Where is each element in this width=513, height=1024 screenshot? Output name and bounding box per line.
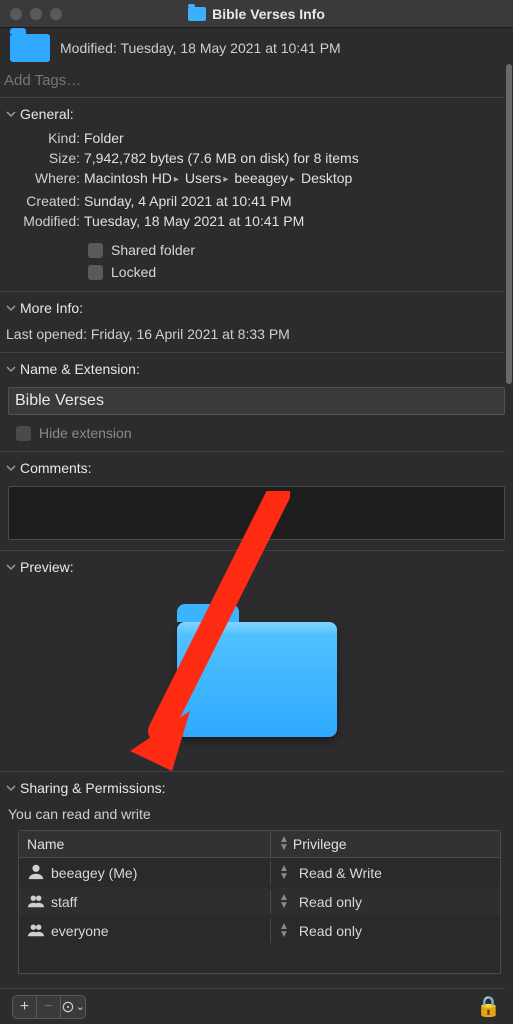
chevron-down-icon <box>6 303 16 313</box>
checkbox-icon <box>88 265 103 280</box>
user-name: everyone <box>51 923 109 939</box>
column-privilege[interactable]: ▲▼ Privilege <box>270 831 500 857</box>
section-more-info-header[interactable]: More Info: <box>0 291 513 322</box>
checkbox-icon <box>16 426 31 441</box>
section-general-header[interactable]: General: <box>0 98 513 128</box>
zoom-window-icon[interactable] <box>50 8 62 20</box>
stepper-icon: ▲▼ <box>279 923 289 939</box>
user-name: staff <box>51 894 77 910</box>
privilege-value: Read only <box>299 894 362 910</box>
table-empty-row <box>19 945 500 973</box>
folder-icon <box>10 34 50 62</box>
created-value: Sunday, 4 April 2021 at 10:41 PM <box>84 191 505 211</box>
modified-value: Tuesday, 18 May 2021 at 10:41 PM <box>84 211 505 231</box>
privilege-value: Read & Write <box>299 865 382 881</box>
checkbox-icon <box>88 243 103 258</box>
last-opened-value: Friday, 16 April 2021 at 8:33 PM <box>91 326 290 342</box>
titlebar: Bible Verses Info <box>0 0 513 28</box>
permissions-table: Name ▲▼ Privilege beeagey (Me) ▲▼ Read & W… <box>18 830 501 974</box>
section-sharing-header[interactable]: Sharing & Permissions: <box>0 771 513 802</box>
comments-input[interactable] <box>8 486 505 540</box>
window-controls <box>10 8 62 20</box>
table-row[interactable]: beeagey (Me) ▲▼ Read & Write <box>19 858 500 887</box>
stepper-icon: ▲▼ <box>279 894 289 910</box>
chevron-down-icon <box>6 562 16 572</box>
window-title-group: Bible Verses Info <box>0 6 513 22</box>
remove-button[interactable]: − <box>37 996 61 1018</box>
action-menu-button[interactable]: ⊙⌄ <box>61 996 85 1018</box>
column-name[interactable]: Name <box>19 831 270 857</box>
close-window-icon[interactable] <box>10 8 22 20</box>
table-row[interactable]: everyone ▲▼ Read only <box>19 916 500 945</box>
table-row[interactable]: staff ▲▼ Read only <box>19 887 500 916</box>
privilege-cell[interactable]: ▲▼ Read only <box>270 919 500 943</box>
user-name: beeagey (Me) <box>51 865 137 881</box>
sort-icon: ▲▼ <box>279 836 289 852</box>
locked-checkbox[interactable]: Locked <box>88 261 505 283</box>
chevron-down-icon <box>6 463 16 473</box>
header-summary: Modified: Tuesday, 18 May 2021 at 10:41 … <box>0 28 513 66</box>
scrollbar[interactable] <box>505 64 513 1024</box>
window-title: Bible Verses Info <box>212 6 325 22</box>
footer-toolbar: + − ⊙⌄ 🔒 <box>0 988 513 1024</box>
header-modified: Modified: Tuesday, 18 May 2021 at 10:41 … <box>60 40 341 56</box>
where-value: Macintosh HD▸ Users▸ beeagey▸ Desktop <box>84 168 505 191</box>
privilege-value: Read only <box>299 923 362 939</box>
folder-preview-icon <box>177 622 337 737</box>
tags-row[interactable] <box>0 66 513 98</box>
stepper-icon: ▲▼ <box>279 865 289 881</box>
more-info-block: Last opened: Friday, 16 April 2021 at 8:… <box>0 322 513 352</box>
size-value: 7,942,782 bytes (7.6 MB on disk) for 8 i… <box>84 148 505 168</box>
privilege-cell[interactable]: ▲▼ Read & Write <box>270 861 500 885</box>
section-name-ext-header[interactable]: Name & Extension: <box>0 352 513 383</box>
kind-value: Folder <box>84 128 505 148</box>
folder-icon <box>188 7 206 21</box>
chevron-down-icon <box>6 783 16 793</box>
chevron-down-icon <box>6 364 16 374</box>
group-icon <box>27 920 45 941</box>
segmented-control: + − ⊙⌄ <box>12 995 86 1019</box>
chevron-down-icon <box>6 109 16 119</box>
scrollbar-thumb[interactable] <box>506 64 512 384</box>
shared-folder-checkbox[interactable]: Shared folder <box>88 239 505 261</box>
preview-area <box>0 581 513 771</box>
name-input[interactable]: Bible Verses <box>8 387 505 415</box>
minimize-window-icon[interactable] <box>30 8 42 20</box>
privilege-cell[interactable]: ▲▼ Read only <box>270 890 500 914</box>
section-preview-header[interactable]: Preview: <box>0 550 513 581</box>
hide-extension-checkbox: Hide extension <box>0 421 513 451</box>
add-button[interactable]: + <box>13 996 37 1018</box>
tags-input[interactable] <box>4 72 509 89</box>
general-block: Kind:Folder Size:7,942,782 bytes (7.6 MB… <box>0 128 513 291</box>
group-icon <box>27 891 45 912</box>
person-icon <box>27 862 45 883</box>
section-comments-header[interactable]: Comments: <box>0 451 513 482</box>
lock-icon[interactable]: 🔒 <box>476 994 501 1019</box>
permissions-summary: You can read and write <box>0 802 513 830</box>
table-header: Name ▲▼ Privilege <box>19 831 500 858</box>
